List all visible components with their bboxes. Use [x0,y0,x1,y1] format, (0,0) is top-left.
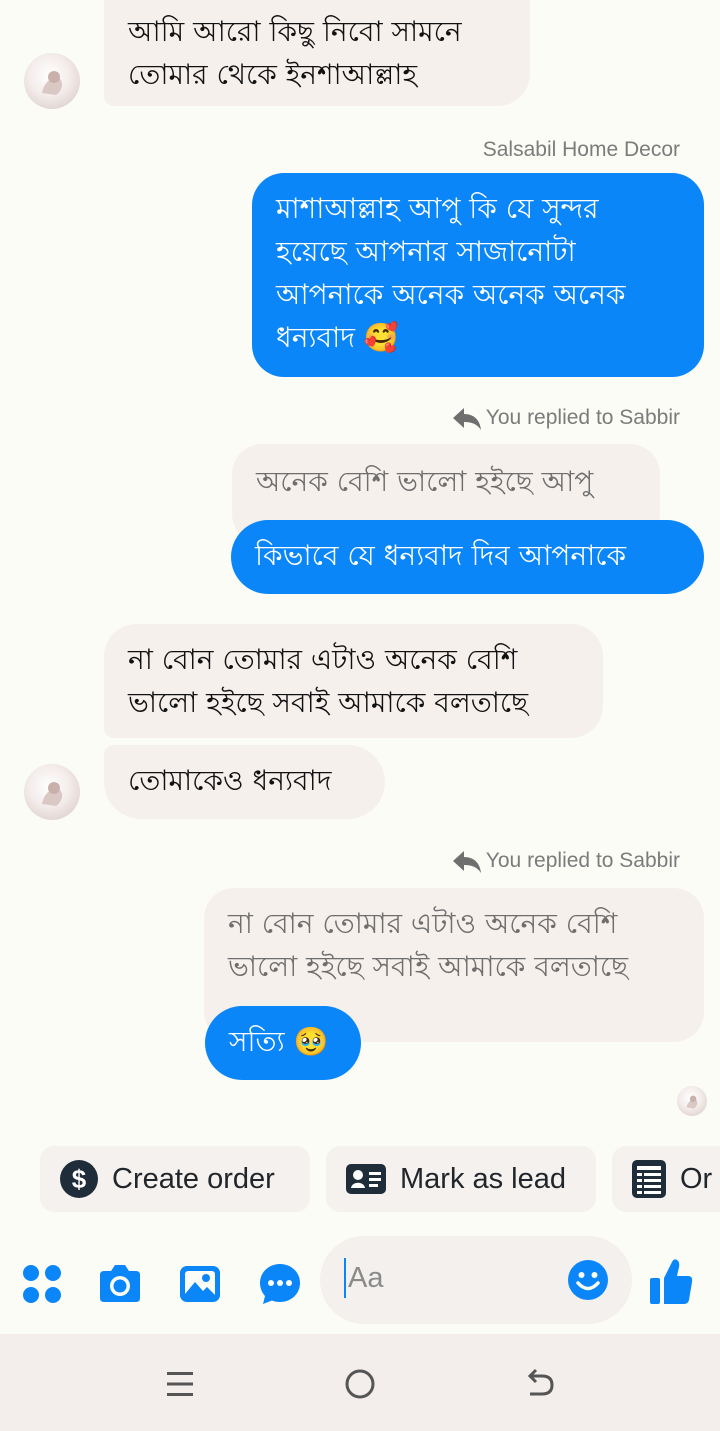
incoming-message[interactable]: তোমাকেও ধন্যবাদ [104,745,385,819]
chat-button[interactable] [256,1260,304,1308]
back-button[interactable] [522,1366,558,1402]
message-line: আমি আরো কিছু নিবো সামনে [128,15,462,48]
create-order-button[interactable]: $ Create order [40,1146,310,1212]
chat-bubble-icon [260,1264,300,1304]
contact-avatar[interactable] [24,53,80,109]
incoming-message[interactable]: আমি আরো কিছু নিবো সামনে তোমার থেকে ইনশাআ… [104,0,530,106]
contact-card-icon [346,1164,386,1194]
home-circle-icon [345,1369,375,1399]
document-list-icon [632,1160,666,1198]
message-composer[interactable]: Aa [320,1236,632,1324]
message-line: তোমার থেকে ইনশাআল্লাহ [128,58,418,91]
message-line: তোমাকেও ধন্যবাদ [128,764,332,797]
smiley-icon[interactable] [568,1260,608,1300]
incoming-message[interactable]: না বোন তোমার এটাও অনেক বেশি ভালো হইছে সব… [104,624,603,738]
reply-arrow-icon [452,851,481,873]
outgoing-message[interactable]: মাশাআল্লাহ আপু কি যে সুন্দর হয়েছে আপনার… [252,173,704,377]
message-line: ধন্যবাদ 🥰 [276,321,399,354]
camera-icon [100,1265,140,1302]
menu-lines-icon [167,1372,193,1396]
reply-indicator: You replied to Sabbir [452,848,680,874]
back-arrow-icon [527,1368,554,1396]
gallery-icon [180,1266,220,1302]
apps-grid-icon [23,1265,61,1303]
message-line: হয়েছে আপনার সাজানোটা [276,235,576,268]
quoted-text: ভালো হইছে সবাই আমাকে বলতাছে [228,950,629,983]
outgoing-message[interactable]: কিভাবে যে ধন্যবাদ দিব আপনাকে [231,520,704,594]
sender-label: Salsabil Home Decor [482,138,680,161]
chip-label: Create order [112,1162,275,1195]
chip-label: Or [680,1162,713,1195]
quoted-text: না বোন তোমার এটাও অনেক বেশি [228,907,618,940]
reply-label: You replied to Sabbir [485,849,680,872]
chip-label: Mark as lead [400,1162,567,1195]
message-line: সত্যি 🥹 [229,1025,329,1058]
message-line: মাশাআল্লাহ আপু কি যে সুন্দর [276,192,599,225]
svg-text:$: $ [72,1164,87,1194]
orders-button[interactable]: Or [612,1146,720,1212]
recent-apps-button[interactable] [162,1366,198,1402]
home-button[interactable] [342,1366,378,1402]
outgoing-message[interactable]: সত্যি 🥹 [205,1006,361,1080]
dollar-circle-icon: $ [60,1160,98,1198]
thumbs-up-icon [650,1259,693,1304]
apps-grid-button[interactable] [18,1260,66,1308]
reply-indicator: You replied to Sabbir [452,405,680,431]
seen-receipt-avatar [677,1086,707,1116]
contact-avatar[interactable] [24,764,80,820]
camera-button[interactable] [96,1260,144,1308]
like-button[interactable] [648,1256,694,1308]
reply-arrow-icon [452,408,481,430]
mark-as-lead-button[interactable]: Mark as lead [326,1146,596,1212]
quoted-text: অনেক বেশি ভালো হইছে আপু [256,465,594,498]
message-input[interactable]: Aa [344,1258,383,1298]
reply-label: You replied to Sabbir [485,406,680,429]
system-navigation-bar [0,1334,720,1431]
message-line: না বোন তোমার এটাও অনেক বেশি [128,643,518,676]
message-line: কিভাবে যে ধন্যবাদ দিব আপনাকে [255,539,627,572]
message-line: ভালো হইছে সবাই আমাকে বলতাছে [128,686,529,719]
message-line: আপনাকে অনেক অনেক অনেক [276,278,626,311]
gallery-button[interactable] [176,1260,224,1308]
